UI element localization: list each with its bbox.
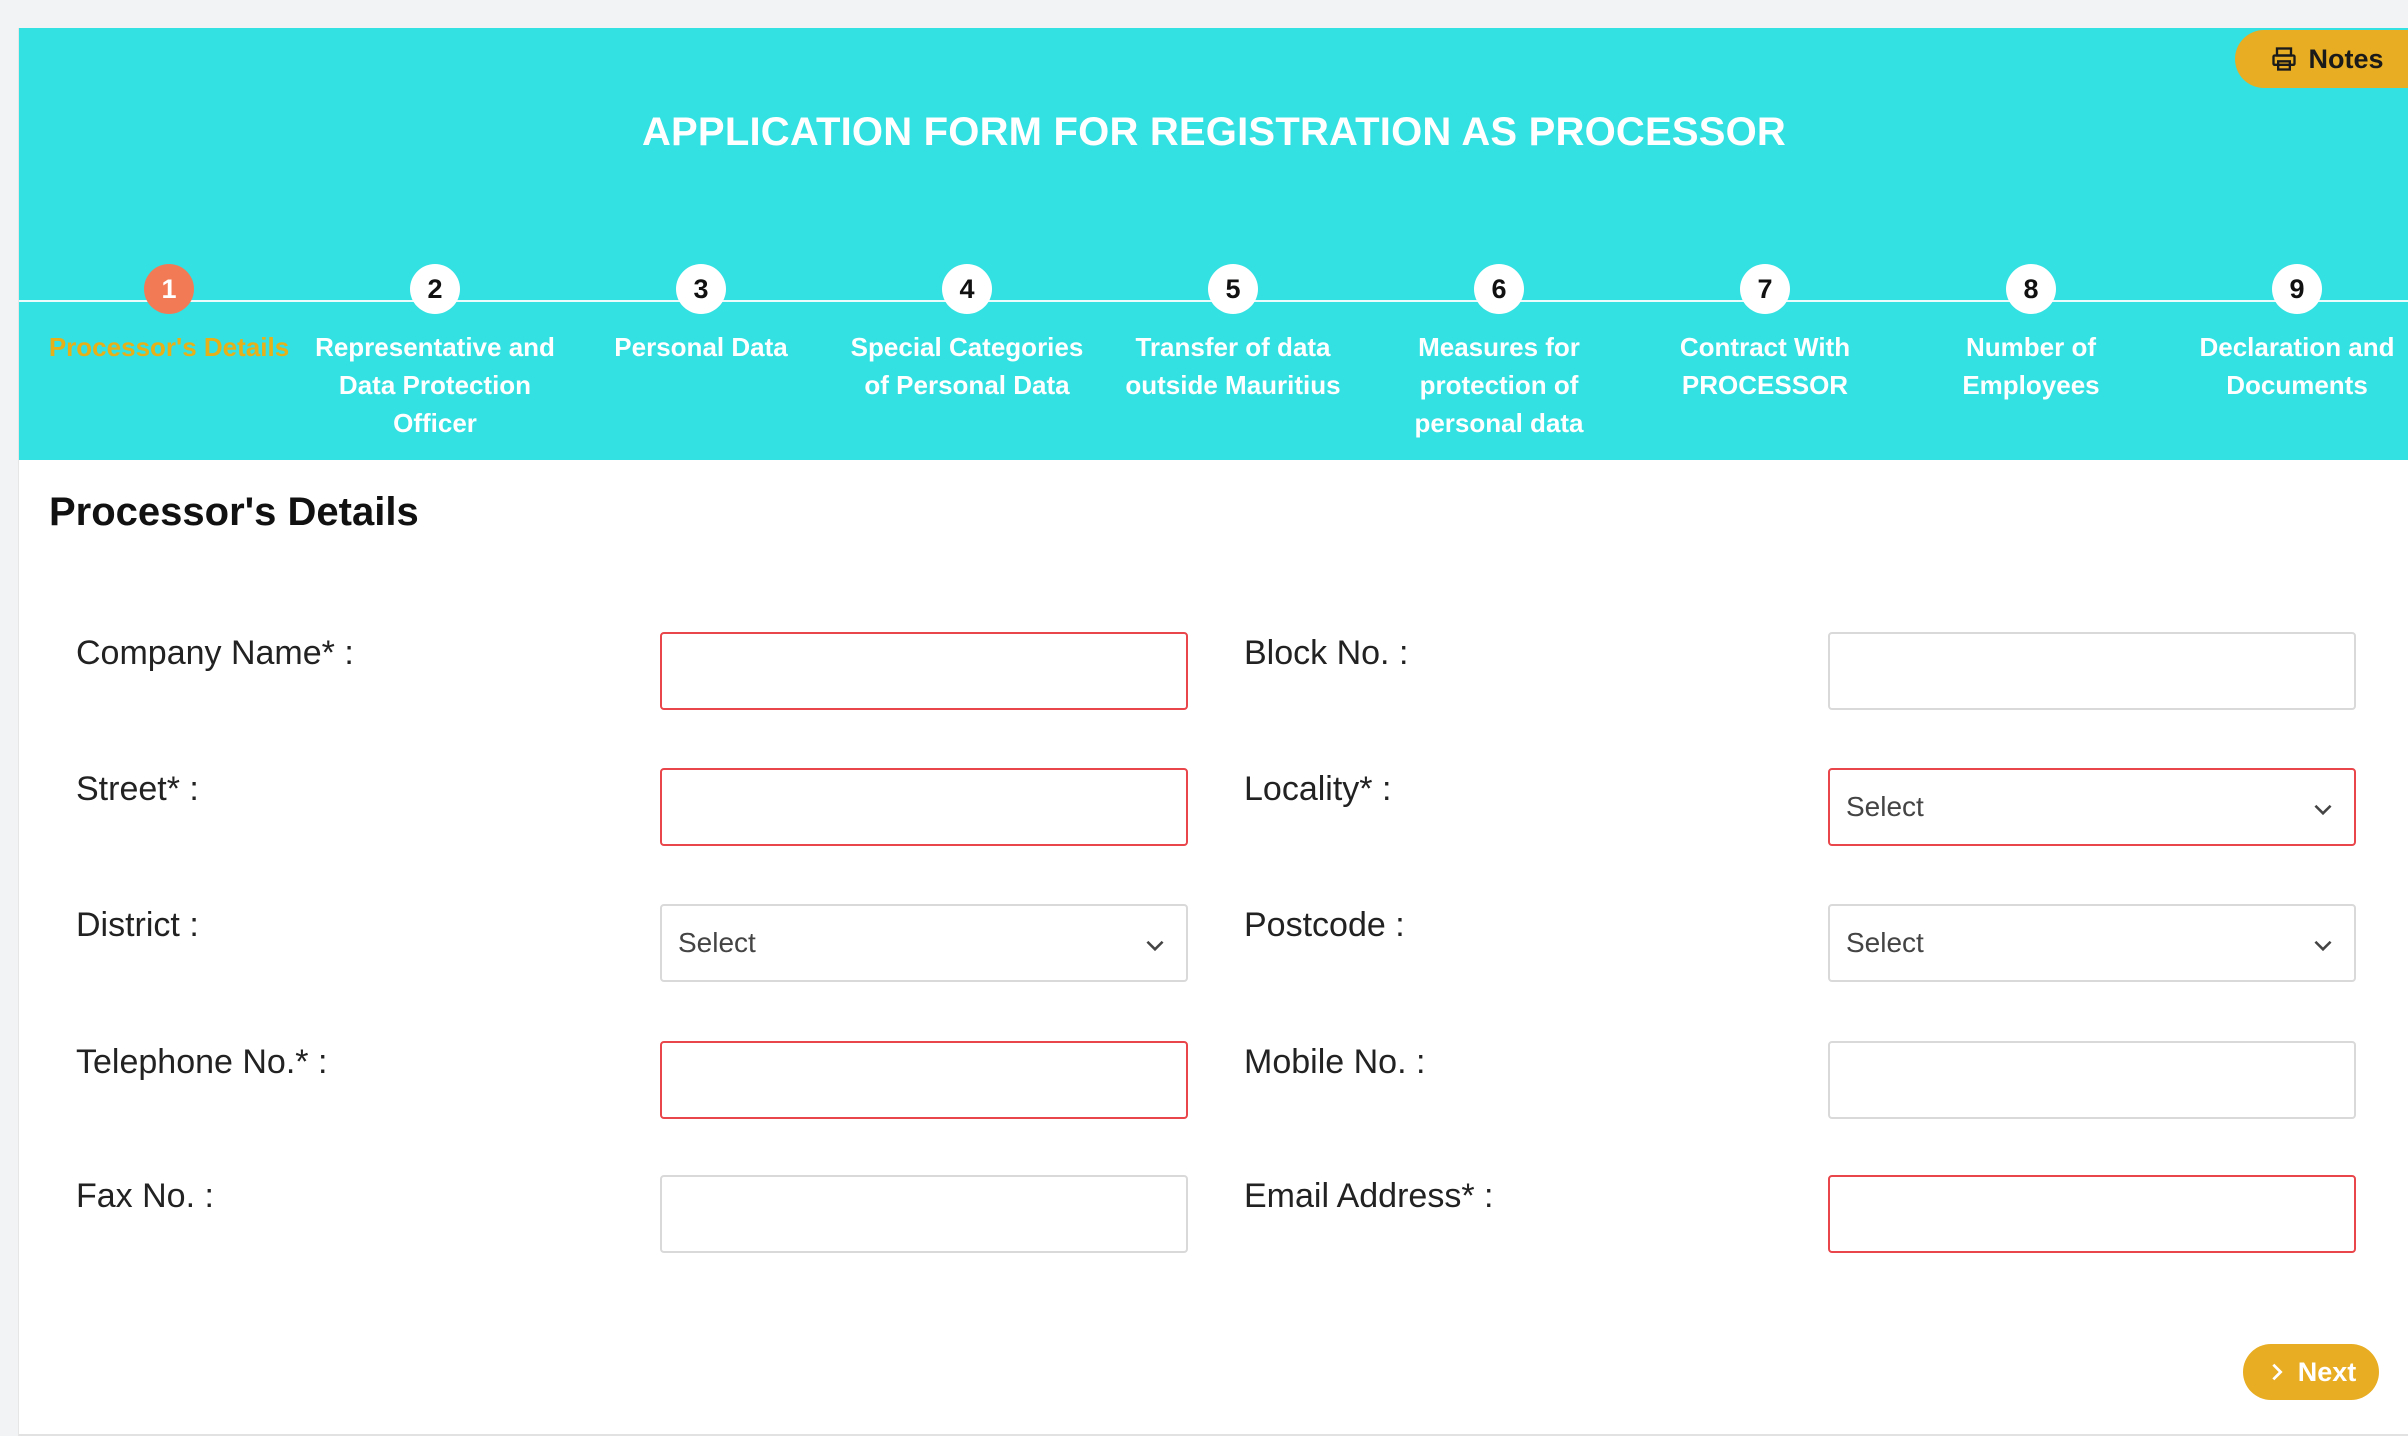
company-name-field[interactable] (660, 632, 1188, 710)
section-title: Processor's Details (49, 490, 419, 534)
step-representative[interactable]: 2 Representative and Data Protection Off… (302, 264, 568, 442)
postcode-selected-value: Select (1846, 927, 1924, 958)
street-input[interactable] (662, 770, 1186, 844)
step-number: 5 (1208, 264, 1258, 314)
page-title: APPLICATION FORM FOR REGISTRATION AS PRO… (641, 110, 1787, 154)
step-number: 2 (410, 264, 460, 314)
email-field[interactable] (1828, 1175, 2356, 1253)
step-number: 3 (676, 264, 726, 314)
printer-icon (2272, 47, 2297, 71)
mobile-label: Mobile No. : (1244, 1043, 1426, 1081)
step-number: 9 (2272, 264, 2322, 314)
telephone-field[interactable] (660, 1041, 1188, 1119)
step-label: Special Categories of Personal Data (850, 332, 1084, 400)
step-transfer-of-data[interactable]: 5 Transfer of data outside Mauritius (1100, 264, 1366, 404)
chevron-down-icon (2314, 804, 2332, 816)
step-personal-data[interactable]: 3 Personal Data (568, 264, 834, 366)
email-label: Email Address* : (1244, 1177, 1494, 1215)
postcode-label: Postcode : (1244, 906, 1405, 944)
chevron-right-icon (2272, 1363, 2283, 1381)
step-label: Personal Data (614, 332, 788, 362)
district-select[interactable]: Select (660, 904, 1188, 982)
step-number-of-employees[interactable]: 8 Number of Employees (1898, 264, 2164, 404)
step-declaration[interactable]: 9 Declaration and Documents (2164, 264, 2408, 404)
step-number: 7 (1740, 264, 1790, 314)
step-number: 4 (942, 264, 992, 314)
street-field[interactable] (660, 768, 1188, 846)
district-label: District : (76, 906, 199, 944)
step-special-categories[interactable]: 4 Special Categories of Personal Data (834, 264, 1100, 404)
block-no-input[interactable] (1830, 634, 2354, 708)
step-label: Representative and Data Protection Offic… (315, 332, 555, 438)
block-no-field[interactable] (1828, 632, 2356, 710)
step-processors-details[interactable]: 1 Processor's Details (36, 264, 302, 366)
step-number: 6 (1474, 264, 1524, 314)
mobile-input[interactable] (1830, 1043, 2354, 1117)
step-contract[interactable]: 7 Contract With PROCESSOR (1632, 264, 1898, 404)
header-banner: Notes APPLICATION FORM FOR REGISTRATION … (19, 28, 2408, 460)
telephone-label: Telephone No.* : (76, 1043, 328, 1081)
step-label: Processor's Details (48, 332, 290, 362)
step-label: Contract With PROCESSOR (1679, 332, 1851, 400)
step-label: Measures for protection of personal data (1414, 332, 1584, 438)
locality-label: Locality* : (1244, 770, 1392, 808)
step-measures[interactable]: 6 Measures for protection of personal da… (1366, 264, 1632, 442)
telephone-input[interactable] (662, 1043, 1186, 1117)
locality-select[interactable]: Select (1828, 768, 2356, 846)
next-button[interactable]: Next (2243, 1344, 2379, 1400)
company-name-label: Company Name* : (76, 634, 354, 672)
block-no-label: Block No. : (1244, 634, 1409, 672)
step-number: 1 (144, 264, 194, 314)
step-label: Transfer of data outside Mauritius (1125, 332, 1341, 400)
email-input[interactable] (1830, 1177, 2354, 1251)
street-label: Street* : (76, 770, 199, 808)
step-label: Declaration and Documents (2199, 332, 2395, 400)
next-label: Next (2297, 1356, 2357, 1387)
locality-selected-value: Select (1846, 791, 1924, 822)
chevron-down-icon (2314, 940, 2332, 952)
notes-label: Notes (2308, 43, 2384, 74)
notes-button[interactable]: Notes (2235, 30, 2408, 88)
fax-label: Fax No. : (76, 1177, 214, 1215)
step-label: Number of Employees (1962, 332, 2100, 400)
application-card: Notes APPLICATION FORM FOR REGISTRATION … (18, 28, 2408, 1436)
chevron-down-icon (1146, 940, 1164, 952)
company-name-input[interactable] (662, 634, 1186, 708)
step-number: 8 (2006, 264, 2056, 314)
fax-input[interactable] (662, 1177, 1186, 1251)
mobile-field[interactable] (1828, 1041, 2356, 1119)
district-selected-value: Select (678, 927, 756, 958)
fax-field[interactable] (660, 1175, 1188, 1253)
postcode-select[interactable]: Select (1828, 904, 2356, 982)
